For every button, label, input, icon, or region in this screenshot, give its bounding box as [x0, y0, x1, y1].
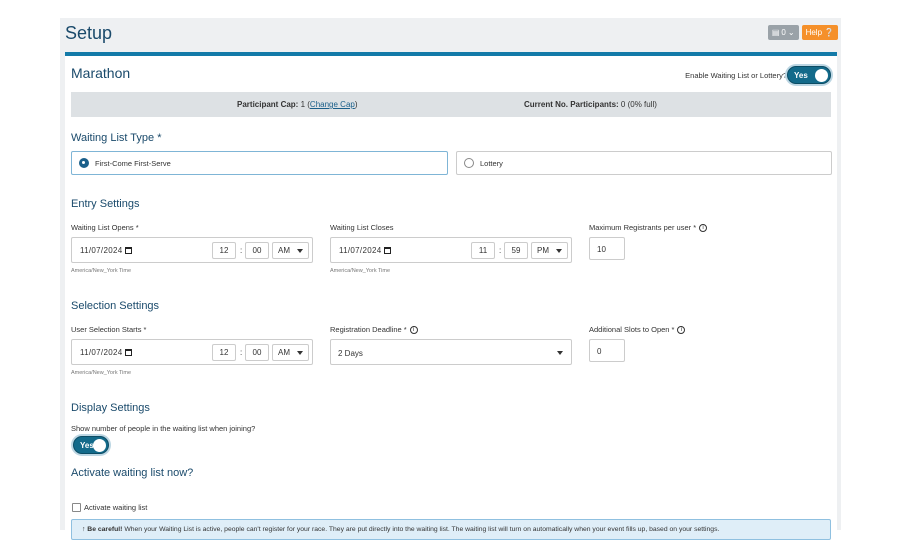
- alert-bold: Be careful!: [87, 526, 123, 533]
- radio-label: Lottery: [480, 158, 503, 168]
- waiting-list-closes-label: Waiting List Closes: [330, 223, 394, 232]
- opens-timezone: America/New_York Time: [71, 268, 132, 274]
- starts-hour-input[interactable]: 12: [212, 344, 236, 361]
- opens-minute-input[interactable]: 00: [245, 242, 269, 259]
- header-buttons: ▤ 0 ⌄ Help ❔: [767, 25, 838, 40]
- opens-ampm-select[interactable]: AM: [272, 242, 309, 259]
- info-icon[interactable]: i: [677, 326, 686, 335]
- current-prefix: Current No. Participants:: [524, 100, 619, 109]
- show-count-toggle-value: Yes: [80, 440, 94, 450]
- counter-button[interactable]: ▤ 0 ⌄: [767, 25, 799, 40]
- waiting-list-closes-datetime: 11/07/2024 11 : 59 PM: [330, 237, 572, 263]
- radio-unselected-icon: [464, 158, 474, 168]
- closes-timezone: America/New_York Time: [330, 268, 391, 274]
- app-window: Setup ▤ 0 ⌄ Help ❔ Marathon Enable Waiti…: [60, 18, 841, 540]
- radio-label: First-Come First-Serve: [95, 158, 171, 168]
- max-registrants-label: Maximum Registrants per user * i: [589, 223, 708, 233]
- selection-settings-title: Selection Settings: [71, 300, 160, 312]
- caret-down-icon: [297, 350, 303, 355]
- info-icon[interactable]: i: [409, 326, 418, 335]
- toggle-knob: [93, 438, 106, 452]
- help-button[interactable]: Help ❔: [801, 25, 838, 40]
- closes-hour-input[interactable]: 11: [471, 242, 495, 259]
- info-icon[interactable]: i: [699, 224, 708, 233]
- waiting-list-opens-datetime: 11/07/2024 12 : 00 AM: [71, 237, 313, 263]
- chevron-down-icon: ⌄: [787, 28, 795, 37]
- caret-down-icon: [557, 351, 563, 355]
- list-icon: ▤: [771, 28, 780, 37]
- calendar-icon: [384, 247, 392, 254]
- waiting-list-toggle-value: Yes: [794, 70, 808, 80]
- question-circle-icon: ❔: [824, 28, 834, 37]
- cap-prefix: Participant Cap:: [237, 100, 299, 109]
- change-cap-link[interactable]: Change Cap: [310, 100, 355, 109]
- max-registrants-input[interactable]: 10: [589, 237, 625, 260]
- activate-checkbox[interactable]: [72, 503, 81, 512]
- waiting-list-toggle-label: Enable Waiting List or Lottery?: [685, 71, 787, 80]
- show-count-toggle[interactable]: Yes: [73, 436, 109, 454]
- page-header: Setup ▤ 0 ⌄ Help ❔: [60, 18, 841, 52]
- starts-date-input[interactable]: 11/07/2024: [80, 348, 133, 357]
- user-selection-starts-label: User Selection Starts *: [71, 325, 147, 334]
- setup-card: Marathon Enable Waiting List or Lottery?…: [65, 52, 837, 540]
- alert-text: When your Waiting List is active, people…: [122, 526, 720, 533]
- user-selection-starts-datetime: 11/07/2024 12 : 00 AM: [71, 339, 313, 365]
- current-participants: Current No. Participants: 0 (0% full): [524, 100, 657, 109]
- closes-ampm-select[interactable]: PM: [531, 242, 568, 259]
- starts-timezone: America/New_York Time: [71, 370, 132, 376]
- caret-down-icon: [556, 248, 562, 253]
- closes-date-input[interactable]: 11/07/2024: [339, 246, 392, 255]
- help-label: Help: [805, 28, 823, 37]
- display-settings-title: Display Settings: [71, 402, 150, 414]
- counter-label: 0: [781, 28, 786, 37]
- participant-cap: Participant Cap: 1 (Change Cap): [237, 100, 358, 109]
- starts-ampm-select[interactable]: AM: [272, 344, 309, 361]
- radio-lottery[interactable]: Lottery: [456, 151, 832, 175]
- activate-title: Activate waiting list now?: [71, 467, 194, 479]
- radio-selected-icon: [79, 158, 89, 168]
- show-count-label: Show number of people in the waiting lis…: [71, 424, 256, 433]
- additional-slots-label: Additional Slots to Open * i: [589, 325, 686, 335]
- current-value: 0 (0% full): [620, 100, 657, 109]
- activate-checkbox-label: Activate waiting list: [84, 503, 148, 512]
- additional-slots-input[interactable]: 0: [589, 339, 625, 362]
- cap-value: 1: [300, 100, 306, 109]
- closes-minute-input[interactable]: 59: [504, 242, 528, 259]
- up-arrow-icon: ↑: [82, 526, 86, 533]
- opens-date-input[interactable]: 11/07/2024: [80, 246, 133, 255]
- page-title: Setup: [65, 23, 113, 43]
- caret-down-icon: [297, 248, 303, 253]
- radio-first-come-first-serve[interactable]: First-Come First-Serve: [71, 151, 448, 175]
- entry-settings-title: Entry Settings: [71, 198, 140, 210]
- calendar-icon: [125, 247, 133, 254]
- opens-hour-input[interactable]: 12: [212, 242, 236, 259]
- race-title: Marathon: [71, 65, 131, 81]
- warning-alert: ↑ Be careful! When your Waiting List is …: [71, 519, 831, 540]
- starts-minute-input[interactable]: 00: [245, 344, 269, 361]
- waiting-list-toggle[interactable]: Yes: [787, 66, 831, 84]
- toggle-knob: [815, 68, 828, 82]
- calendar-icon: [125, 349, 133, 356]
- registration-deadline-label: Registration Deadline * i: [330, 325, 418, 335]
- registration-deadline-select[interactable]: 2 Days: [330, 339, 572, 365]
- participant-cap-bar: Participant Cap: 1 (Change Cap) Current …: [71, 92, 831, 117]
- waiting-list-opens-label: Waiting List Opens *: [71, 223, 139, 232]
- waiting-list-type-title: Waiting List Type *: [71, 132, 162, 144]
